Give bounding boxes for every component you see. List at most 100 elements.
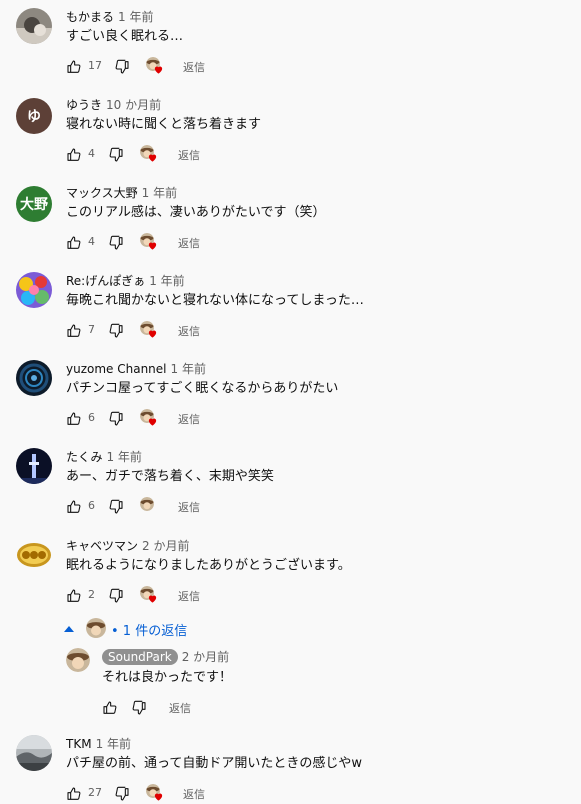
reply-time[interactable]: 2 か月前	[182, 650, 229, 664]
heart-icon	[147, 240, 158, 251]
caret-up-icon	[64, 626, 74, 632]
dislike-button[interactable]	[108, 586, 124, 606]
comment-header: たくみ 1 年前	[66, 449, 142, 465]
comment-author[interactable]: TKM	[66, 737, 92, 751]
comment-header: yuzome Channel 1 年前	[66, 361, 206, 377]
comment-actions: 4 返信	[66, 145, 266, 165]
like-button[interactable]	[66, 409, 82, 429]
comment-author[interactable]: もかまる	[66, 10, 114, 24]
thumb-down-icon	[108, 147, 124, 163]
creator-avatar-icon	[86, 618, 106, 638]
thumb-down-icon	[108, 323, 124, 339]
dislike-button[interactable]	[108, 321, 124, 341]
comment-time[interactable]: 1 年前	[171, 362, 206, 376]
comment-actions: 6 返信	[66, 497, 266, 517]
creator-heart	[140, 321, 158, 339]
comment-time[interactable]: 1 年前	[142, 186, 177, 200]
heart-icon	[153, 791, 164, 802]
reply-button[interactable]: 返信	[178, 588, 200, 604]
avatar[interactable]: 大野	[16, 186, 52, 222]
like-button[interactable]	[66, 57, 82, 77]
avatar[interactable]	[16, 735, 52, 771]
reply-button[interactable]: 返信	[178, 147, 200, 163]
like-button[interactable]	[66, 145, 82, 165]
reply-button[interactable]: 返信	[169, 700, 191, 716]
like-count: 6	[88, 411, 95, 424]
comment-header: キャベツマン 2 か月前	[66, 538, 189, 554]
dislike-button[interactable]	[131, 698, 147, 718]
dislike-button[interactable]	[108, 409, 124, 429]
comment-text: このリアル感は、凄いありがたいです（笑）	[66, 205, 326, 220]
thumb-up-icon	[66, 411, 82, 427]
dislike-button[interactable]	[114, 784, 130, 804]
reply-button[interactable]: 返信	[183, 786, 205, 802]
reply-button[interactable]: 返信	[183, 59, 205, 75]
comment-text: パチンコ屋ってすごく眠くなるからありがたい	[66, 381, 339, 396]
replies-count-label: • 1 件の返信	[111, 624, 188, 639]
comment-time[interactable]: 10 か月前	[106, 98, 161, 112]
comment-actions: 27 返信	[66, 784, 266, 804]
comment-header: マックス大野 1 年前	[66, 185, 177, 201]
comment-time[interactable]: 2 か月前	[142, 539, 189, 553]
avatar[interactable]	[16, 272, 52, 308]
creator-avatar-icon[interactable]	[66, 648, 90, 672]
comment-text: 眠れるようになりましたありがとうございます。	[66, 558, 351, 573]
comment-author[interactable]: たくみ	[66, 450, 102, 464]
comment-actions: 4 返信	[66, 233, 266, 253]
avatar[interactable]	[16, 8, 52, 44]
avatar[interactable]	[16, 448, 52, 484]
comment-text: 寝れない時に聞くと落ち着きます	[66, 117, 262, 132]
thumb-up-icon	[66, 323, 82, 339]
like-count: 17	[88, 59, 102, 72]
comment-time[interactable]: 1 年前	[96, 737, 131, 751]
reply-text: それは良かったです！	[102, 670, 233, 685]
like-button[interactable]	[66, 586, 82, 606]
comment-text: 毎晩これ聞かないと寝れない体になってしまった…	[66, 293, 364, 308]
god-logo-icon	[16, 537, 52, 573]
like-button[interactable]	[66, 784, 82, 804]
comment-author[interactable]: キャベツマン	[66, 539, 138, 553]
reply-button[interactable]: 返信	[178, 499, 200, 515]
comment-actions: 6 返信	[66, 409, 266, 429]
avatar[interactable]	[16, 537, 52, 573]
comment-actions: 17 返信	[66, 57, 266, 77]
comment-author[interactable]: ゆうき	[66, 98, 102, 112]
avatar[interactable]: ゆ	[16, 98, 52, 134]
thumb-up-icon	[102, 700, 118, 716]
comment-author[interactable]: マックス大野	[66, 186, 138, 200]
like-button[interactable]	[102, 698, 118, 718]
dislike-button[interactable]	[108, 233, 124, 253]
creator-heart	[140, 233, 158, 251]
reply-header: SoundPark 2 か月前	[102, 649, 229, 665]
reply-button[interactable]: 返信	[178, 235, 200, 251]
like-button[interactable]	[66, 497, 82, 517]
reply-actions: 返信	[102, 698, 252, 718]
thumb-down-icon	[108, 411, 124, 427]
like-count: 27	[88, 786, 102, 799]
heart-icon	[147, 328, 158, 339]
like-button[interactable]	[66, 233, 82, 253]
reply-author-chip[interactable]: SoundPark	[102, 649, 178, 665]
comment-time[interactable]: 1 年前	[118, 10, 153, 24]
comment-header: TKM 1 年前	[66, 736, 131, 752]
like-count: 2	[88, 588, 95, 601]
dislike-button[interactable]	[114, 57, 130, 77]
heart-icon	[147, 416, 158, 427]
avatar[interactable]	[16, 360, 52, 396]
comment-author[interactable]: yuzome Channel	[66, 362, 167, 376]
comment-time[interactable]: 1 年前	[149, 274, 184, 288]
spiral-photo-icon	[16, 360, 52, 396]
like-button[interactable]	[66, 321, 82, 341]
comment-author[interactable]: Re:げんぽぎぁ	[66, 274, 145, 288]
creator-heart	[146, 784, 164, 802]
dislike-button[interactable]	[108, 145, 124, 165]
thumb-up-icon	[66, 588, 82, 604]
dislike-button[interactable]	[108, 497, 124, 517]
comment-time[interactable]: 1 年前	[106, 450, 141, 464]
reply-button[interactable]: 返信	[178, 323, 200, 339]
comment-header: ゆうき 10 か月前	[66, 97, 161, 113]
creator-avatar-icon	[140, 497, 154, 511]
comments-section: もかまる 1 年前 すごい良く眠れる… 17 返信 ゆ ゆうき 10 か月前 寝れな…	[0, 0, 581, 804]
thumb-up-icon	[66, 235, 82, 251]
reply-button[interactable]: 返信	[178, 411, 200, 427]
